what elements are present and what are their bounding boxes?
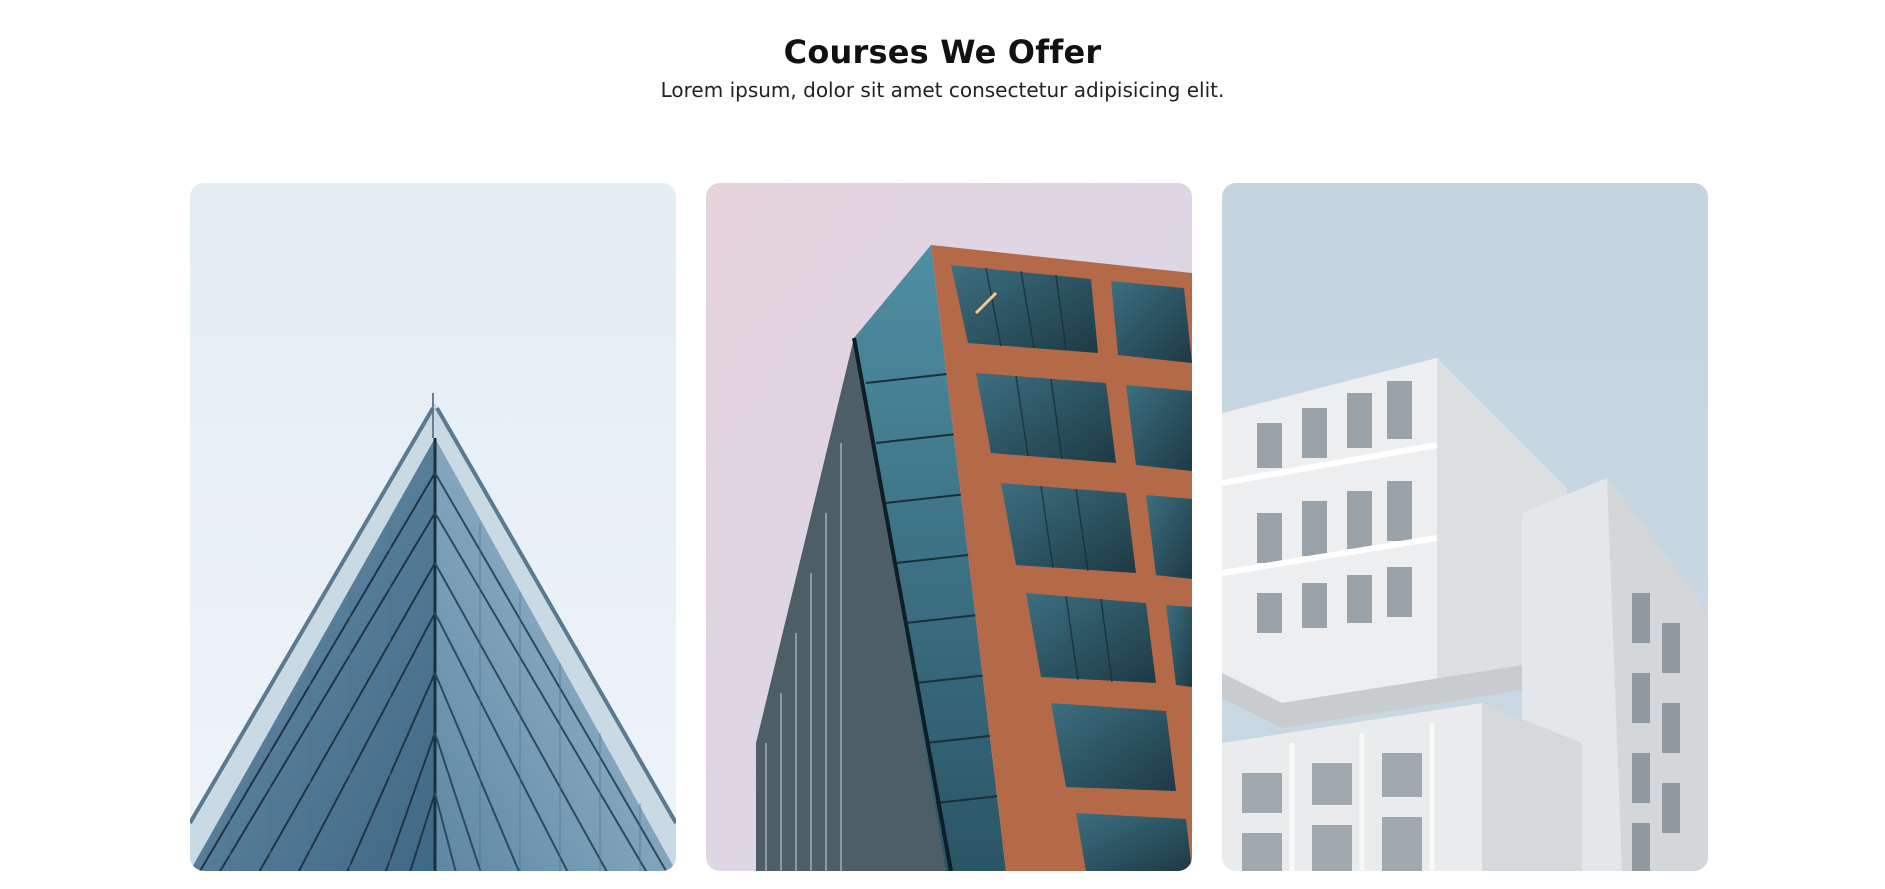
section-title: Courses We Offer xyxy=(783,33,1102,71)
course-card-1[interactable] xyxy=(190,183,676,871)
course-card-2[interactable] xyxy=(706,183,1192,871)
copper-glass-tower-image xyxy=(706,183,1192,871)
course-cards xyxy=(190,183,1708,871)
section-header: Courses We Offer Lorem ipsum, dolor sit … xyxy=(0,30,1885,104)
glass-pyramid-building-image xyxy=(190,183,676,871)
section-subtitle: Lorem ipsum, dolor sit amet consectetur … xyxy=(660,78,1225,102)
courses-section: Courses We Offer Lorem ipsum, dolor sit … xyxy=(0,0,1885,889)
course-card-3[interactable] xyxy=(1222,183,1708,871)
white-modular-building-image xyxy=(1222,183,1708,871)
